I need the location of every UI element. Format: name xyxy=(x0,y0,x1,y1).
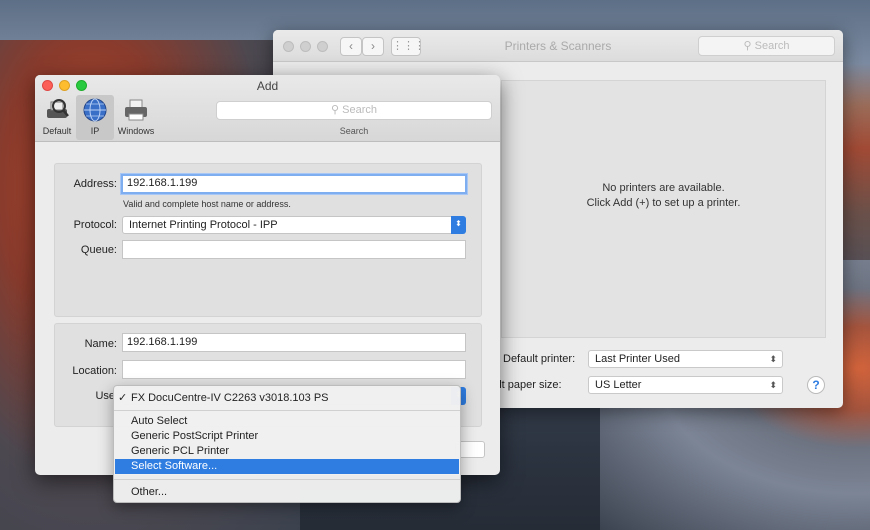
toolbar-label: IP xyxy=(90,126,100,136)
toolbar-windows[interactable]: Windows xyxy=(116,95,156,140)
ip-globe-icon xyxy=(83,98,107,122)
default-printer-select[interactable]: Last Printer Used ⬍ xyxy=(588,350,783,368)
menu-current-item[interactable]: ✓ FX DocuCentre-IV C2263 v3018.103 PS xyxy=(118,391,329,404)
name-field[interactable]: 192.168.1.199 xyxy=(122,333,466,352)
toolbar-label: Windows xyxy=(117,126,155,136)
menu-item-generic-pcl[interactable]: Generic PCL Printer xyxy=(115,444,459,459)
window-title: Add xyxy=(256,79,279,93)
name-label: Name: xyxy=(84,338,117,350)
chevron-updown-icon: ⬍ xyxy=(769,354,777,364)
protocol-label: Protocol: xyxy=(73,219,117,231)
windows-printer-icon xyxy=(125,99,147,121)
location-label: Location: xyxy=(72,365,117,377)
search-caption: Search xyxy=(339,126,369,136)
menu-separator xyxy=(114,479,460,480)
protocol-value: Internet Printing Protocol - IPP xyxy=(129,219,278,231)
empty-message-line2: Click Add (+) to set up a printer. xyxy=(586,197,741,209)
queue-field[interactable] xyxy=(122,240,466,259)
toolbar-default[interactable]: Default xyxy=(38,95,76,140)
paper-size-value: US Letter xyxy=(595,379,642,391)
empty-message: No printers are available. Click Add (+)… xyxy=(502,181,825,211)
search-field[interactable]: ⚲ Search xyxy=(698,36,835,56)
toolbar-ip[interactable]: IP xyxy=(76,95,114,140)
menu-current-label: FX DocuCentre-IV C2263 v3018.103 PS xyxy=(131,392,329,404)
search-icon: ⚲ xyxy=(331,104,340,116)
protocol-popup[interactable]: Internet Printing Protocol - IPP ⬍ xyxy=(122,216,466,234)
search-field[interactable]: ⚲ Search xyxy=(216,101,492,120)
location-field[interactable] xyxy=(122,360,466,379)
paper-size-select[interactable]: US Letter ⬍ xyxy=(588,376,783,394)
printers-toolbar: ‹ › ⋮⋮⋮ Printers & Scanners ⚲ Search xyxy=(273,30,843,62)
checkmark-icon: ✓ xyxy=(118,392,128,404)
help-button[interactable]: ? xyxy=(807,376,825,394)
add-toolbar: Add Default IP Windows ⚲ Search Search xyxy=(35,75,500,142)
search-placeholder: Search xyxy=(754,40,790,52)
menu-item-auto-select[interactable]: Auto Select xyxy=(115,414,459,429)
search-placeholder: Search xyxy=(342,104,377,116)
menu-item-select-software[interactable]: Select Software... xyxy=(115,459,459,474)
address-field[interactable]: 192.168.1.199 xyxy=(121,174,467,194)
use-label: Use xyxy=(95,390,115,402)
search-icon: ⚲ xyxy=(743,40,752,52)
empty-message-line1: No printers are available. xyxy=(602,182,725,194)
default-printer-icon xyxy=(47,99,69,118)
default-printer-value: Last Printer Used xyxy=(595,353,680,365)
address-hint: Valid and complete host name or address. xyxy=(123,199,291,209)
menu-separator xyxy=(114,410,460,411)
chevron-updown-icon: ⬍ xyxy=(769,380,777,390)
address-label: Address: xyxy=(73,178,117,190)
toolbar-label: Default xyxy=(42,126,72,136)
use-dropdown-menu: ✓ FX DocuCentre-IV C2263 v3018.103 PS Aut… xyxy=(113,385,461,503)
printer-detail-panel: No printers are available. Click Add (+)… xyxy=(501,80,826,338)
menu-item-generic-postscript[interactable]: Generic PostScript Printer xyxy=(115,429,459,444)
default-printer-label: Default printer: xyxy=(503,353,576,365)
queue-label: Queue: xyxy=(80,244,117,256)
chevron-updown-icon: ⬍ xyxy=(451,216,466,234)
menu-item-other[interactable]: Other... xyxy=(115,485,459,500)
